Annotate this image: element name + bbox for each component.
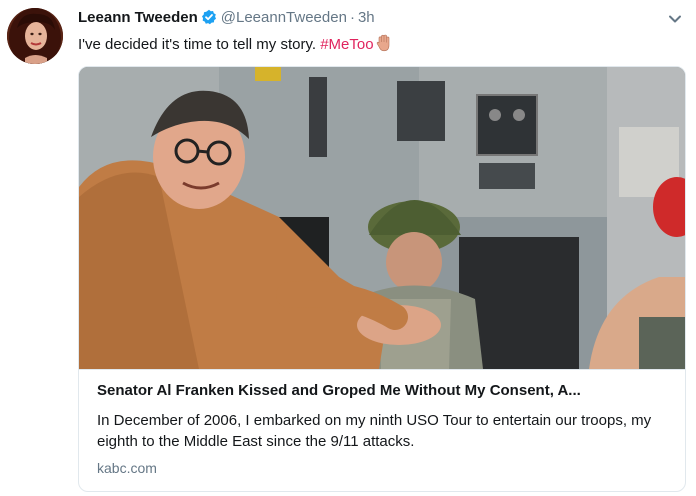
tweet-body: I've decided it's time to tell my story.: [78, 36, 317, 53]
card-description: In December of 2006, I embarked on my ni…: [97, 412, 652, 450]
card-title[interactable]: Senator Al Franken Kissed and Groped Me …: [97, 381, 671, 401]
display-name[interactable]: Leeann Tweeden: [78, 9, 198, 26]
raised-hand-emoji-icon: [376, 34, 392, 58]
card-body[interactable]: Senator Al Franken Kissed and Groped Me …: [79, 369, 685, 491]
tweet-header: Leeann Tweeden @LeeannTweeden · 3h: [78, 9, 666, 29]
card-image[interactable]: [79, 67, 685, 369]
tweet-text: I've decided it's time to tell my story.…: [78, 34, 392, 58]
chevron-down-icon[interactable]: [666, 10, 684, 28]
timestamp[interactable]: 3h: [358, 9, 375, 26]
hashtag-link[interactable]: #MeToo: [320, 36, 373, 53]
link-card[interactable]: Senator Al Franken Kissed and Groped Me …: [78, 66, 686, 492]
separator: ·: [349, 9, 355, 26]
card-domain[interactable]: kabc.com: [97, 460, 671, 476]
verified-badge-icon: [201, 9, 217, 29]
avatar[interactable]: [7, 8, 63, 64]
user-handle[interactable]: @LeeannTweeden: [221, 9, 347, 26]
